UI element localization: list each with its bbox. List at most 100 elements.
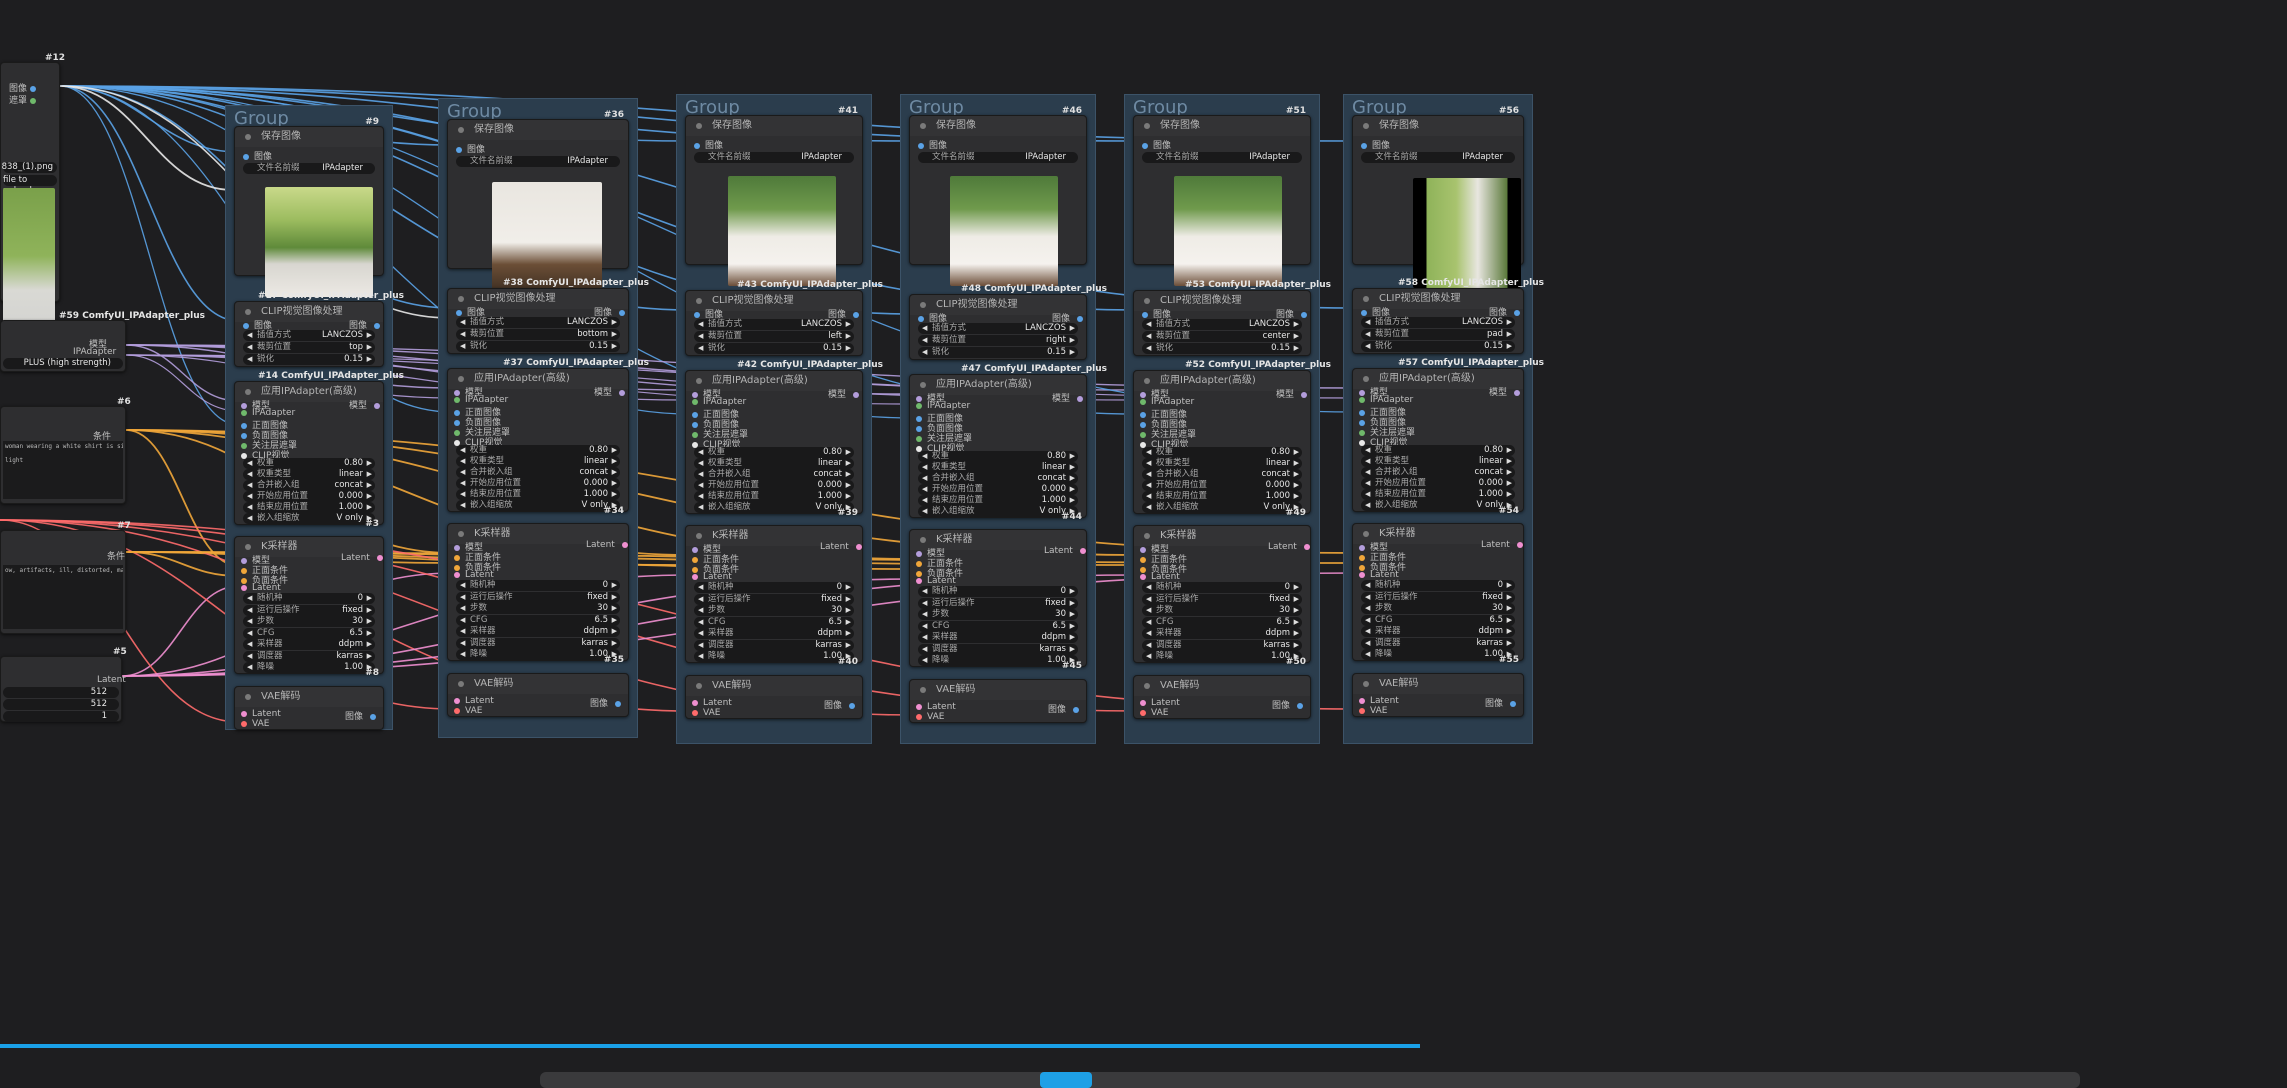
decrement-arrow-icon[interactable]: ◀ [698,605,703,616]
decrement-arrow-icon[interactable]: ◀ [1146,447,1151,458]
slot-dot[interactable] [692,709,698,716]
crop-position-select[interactable]: ◀ 裁剪位置 left ▶ [694,331,854,342]
save-image-node[interactable]: #56 保存图像 图像 文件名前缀 IPAdapter [1352,106,1524,288]
slot-dot[interactable] [1140,709,1146,716]
increment-arrow-icon[interactable]: ▶ [367,593,372,604]
increment-arrow-icon[interactable]: ▶ [1070,484,1075,495]
ipa-widget-2[interactable]: ◀ 合并嵌入组 concat ▶ [1361,467,1515,478]
ksampler-widget-5[interactable]: ◀ 调度器 karras ▶ [918,643,1078,655]
increment-arrow-icon[interactable]: ▶ [612,467,617,478]
slot-dot[interactable] [1142,142,1148,149]
decrement-arrow-icon[interactable]: ◀ [247,593,252,604]
slot-dot[interactable] [918,142,924,149]
ipa-widget-0[interactable]: ◀ 权重 0.80 ▶ [1361,445,1515,456]
input-latent[interactable]: Latent [241,709,281,719]
connection-wire[interactable] [125,429,240,567]
slot-dot[interactable] [241,720,247,727]
decrement-arrow-icon[interactable]: ◀ [698,319,703,330]
slot-dot[interactable] [456,309,462,316]
load-image-node[interactable]: #12 图像 遮罩 838_(1).png file to upload [0,53,65,358]
decrement-arrow-icon[interactable]: ◀ [460,615,465,626]
increment-arrow-icon[interactable]: ▶ [846,469,851,480]
connection-wire[interactable] [125,344,240,402]
decrement-arrow-icon[interactable]: ◀ [247,480,252,491]
upload-button[interactable]: file to upload [3,175,57,196]
negative-prompt-node[interactable]: #7 条件 ow, artifacts, ill, distorted, mal… [0,521,131,634]
decrement-arrow-icon[interactable]: ◀ [1365,341,1370,352]
ksampler-widget-3[interactable]: ◀ CFG 6.5 ▶ [694,616,854,628]
slot-dot[interactable] [614,700,621,707]
output-latent[interactable]: Latent [97,675,126,685]
increment-arrow-icon[interactable]: ▶ [1070,347,1075,358]
increment-arrow-icon[interactable]: ▶ [612,603,617,614]
ksampler-widget-3[interactable]: ◀ CFG 6.5 ▶ [1142,616,1302,628]
ipa-widget-4[interactable]: ◀ 结束应用位置 1.000 ▶ [694,491,854,502]
width-field[interactable]: 512 [3,687,119,698]
increment-arrow-icon[interactable]: ▶ [367,469,372,480]
increment-arrow-icon[interactable]: ▶ [1507,626,1512,637]
slot-dot[interactable] [1300,391,1307,398]
decrement-arrow-icon[interactable]: ◀ [1146,640,1151,651]
node-title[interactable]: VAE解码 [1134,676,1310,696]
ksampler-node[interactable]: K采样器 模型 正面条件 负面条件 Latent Latent ◀ 随机种 0 ▶ ◀ 运行后操作 f… [685,525,863,667]
ipa-widget-5[interactable]: ◀ 嵌入组缩放 V only ▶ [694,502,854,513]
increment-arrow-icon[interactable]: ▶ [1507,467,1512,478]
sharpening-field[interactable]: ◀ 锐化 0.15 ▶ [694,343,854,354]
decrement-arrow-icon[interactable]: ◀ [247,469,252,480]
increment-arrow-icon[interactable]: ▶ [1294,605,1299,616]
ipa-widget-3[interactable]: ◀ 开始应用位置 0.000 ▶ [918,484,1078,495]
ksampler-widget-6[interactable]: ◀ 降噪 1.00 ▶ [1142,651,1302,662]
input-vae[interactable]: VAE [692,708,720,718]
input-vae[interactable]: VAE [1140,708,1168,718]
slot-dot[interactable] [454,707,460,714]
ksampler-widget-5[interactable]: ◀ 调度器 karras ▶ [243,650,375,662]
output-model[interactable]: 模型 [1052,391,1083,404]
connection-wire[interactable] [125,551,240,577]
node-title[interactable]: 保存图像 [448,120,628,140]
clip-vision-prep-node[interactable]: CLIP视觉图像处理 图像 图像 ◀ 插值方式 LANCZOS ▶ ◀ 裁剪位置 left ▶ ◀ 锐… [685,290,863,356]
ksampler-widget-3[interactable]: ◀ CFG 6.5 ▶ [918,620,1078,632]
node-title[interactable]: VAE解码 [910,680,1086,700]
input-latent[interactable]: Latent [692,572,732,582]
vae-decode-node[interactable]: VAE解码 Latent VAE 图像 [1133,675,1311,719]
ipa-widget-2[interactable]: ◀ 合并嵌入组 concat ▶ [243,480,375,491]
increment-arrow-icon[interactable]: ▶ [1294,628,1299,639]
slot-dot[interactable] [1359,396,1365,403]
input-image[interactable]: 图像 [456,142,485,155]
input-vae[interactable]: VAE [454,706,482,716]
decrement-arrow-icon[interactable]: ◀ [460,489,465,500]
ksampler-widget-2[interactable]: ◀ 步数 30 ▶ [918,609,1078,620]
filename-prefix-field[interactable]: 文件名前缀 IPAdapter [1361,152,1515,163]
decrement-arrow-icon[interactable]: ◀ [460,341,465,352]
increment-arrow-icon[interactable]: ▶ [612,329,617,340]
decrement-arrow-icon[interactable]: ◀ [1146,491,1151,502]
group-6[interactable]: Group #56 保存图像 图像 文件名前缀 IPAdapter #58 ComfyUI_… [1343,94,1544,744]
slot-dot[interactable] [454,697,460,704]
slot-dot[interactable] [373,402,380,409]
slot-dot[interactable] [369,713,376,720]
increment-arrow-icon[interactable]: ▶ [1294,640,1299,651]
slot-dot[interactable] [243,322,249,329]
slot-dot[interactable] [1303,543,1310,550]
slot-dot[interactable] [618,309,625,316]
ipa-widget-0[interactable]: ◀ 权重 0.80 ▶ [918,451,1078,462]
ipa-widget-5[interactable]: ◀ 嵌入组缩放 V only ▶ [456,500,620,511]
ipa-widget-0[interactable]: ◀ 权重 0.80 ▶ [1142,447,1302,458]
decrement-arrow-icon[interactable]: ◀ [247,605,252,616]
interpolation-select[interactable]: ◀ 插值方式 LANCZOS ▶ [1142,319,1302,330]
decrement-arrow-icon[interactable]: ◀ [1146,331,1151,342]
increment-arrow-icon[interactable]: ▶ [1070,609,1075,620]
decrement-arrow-icon[interactable]: ◀ [1365,456,1370,467]
ipa-widget-3[interactable]: ◀ 开始应用位置 0.000 ▶ [243,491,375,502]
ksampler-widget-6[interactable]: ◀ 降噪 1.00 ▶ [243,662,375,673]
save-image-node[interactable]: #51 保存图像 图像 文件名前缀 IPAdapter [1133,106,1311,286]
decrement-arrow-icon[interactable]: ◀ [698,331,703,342]
positive-prompt-node[interactable]: #6 条件 woman wearing a white shirt is sit… [0,397,131,504]
input-image[interactable]: 图像 [243,149,272,162]
increment-arrow-icon[interactable]: ▶ [1507,580,1512,591]
positive-prompt-text[interactable]: woman wearing a white shirt is sitting i… [3,441,123,499]
ksampler-widget-3[interactable]: ◀ CFG 6.5 ▶ [456,614,620,626]
input-latent[interactable]: Latent [1140,572,1180,582]
increment-arrow-icon[interactable]: ▶ [612,445,617,456]
increment-arrow-icon[interactable]: ▶ [612,626,617,637]
